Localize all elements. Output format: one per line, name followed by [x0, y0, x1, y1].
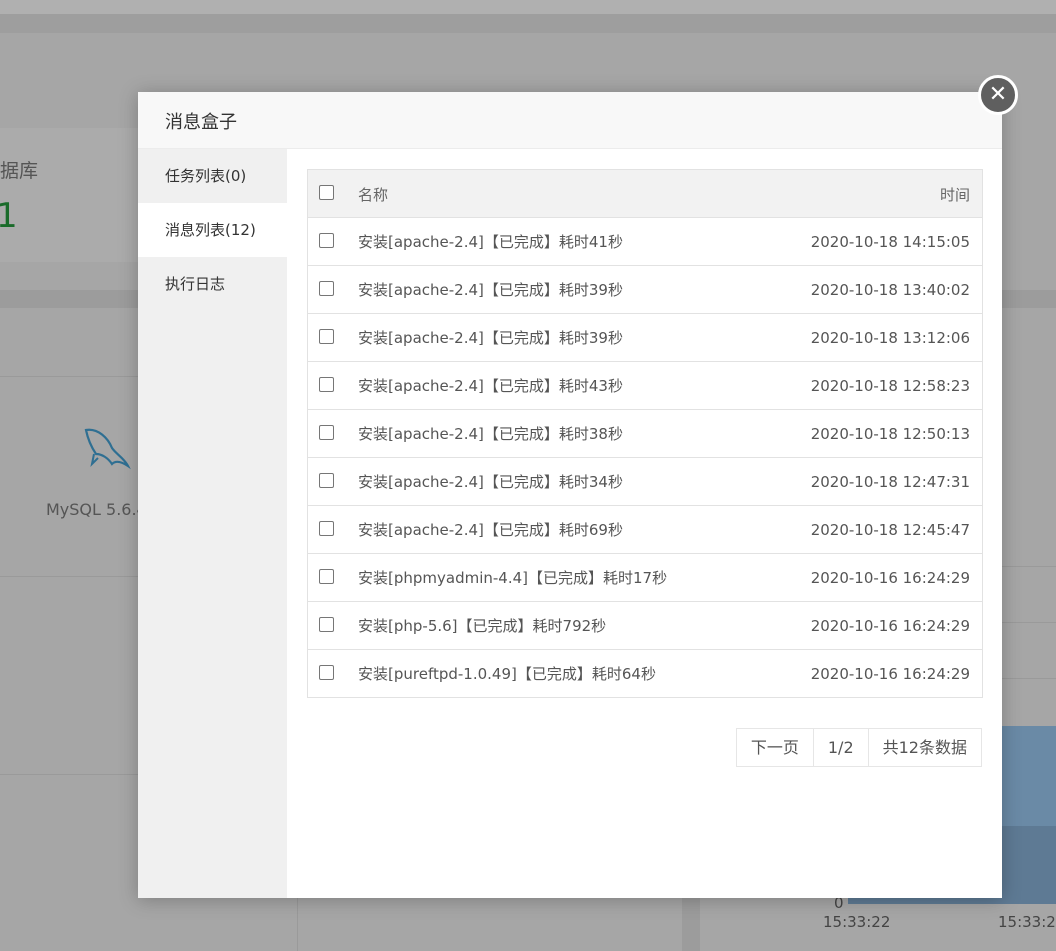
bg-divider	[0, 576, 140, 577]
row-name: 安装[apache-2.4]【已完成】耗时39秒	[358, 329, 623, 347]
table-row: 安装[apache-2.4]【已完成】耗时39秒 2020-10-18 13:40…	[308, 266, 982, 314]
row-time: 2020-10-16 16:24:29	[810, 617, 970, 635]
total-count: 共12条数据	[867, 729, 981, 766]
row-time: 2020-10-16 16:24:29	[810, 569, 970, 587]
row-checkbox[interactable]	[319, 617, 334, 632]
page-indicator: 1/2	[812, 729, 868, 766]
table-row: 安装[apache-2.4]【已完成】耗时43秒 2020-10-18 12:58…	[308, 362, 982, 410]
table-row: 安装[phpmyadmin-4.4]【已完成】耗时17秒 2020-10-16 1…	[308, 554, 982, 602]
close-icon: ✕	[988, 82, 1008, 107]
bg-mysql-label: MySQL 5.6.4	[46, 500, 147, 519]
row-name: 安装[apache-2.4]【已完成】耗时34秒	[358, 473, 623, 491]
message-box-modal: 消息盒子 任务列表(0) 消息列表(12) 执行日志 名称 时间 安装[apac…	[138, 92, 1002, 898]
bg-band	[0, 14, 1056, 33]
row-name: 安装[apache-2.4]【已完成】耗时38秒	[358, 425, 623, 443]
bg-topbar	[0, 0, 1056, 14]
row-checkbox[interactable]	[319, 281, 334, 296]
row-checkbox[interactable]	[319, 377, 334, 392]
row-checkbox[interactable]	[319, 665, 334, 680]
bg-divider	[0, 376, 140, 377]
row-time: 2020-10-18 12:45:47	[810, 521, 970, 539]
row-time: 2020-10-18 12:58:23	[810, 377, 970, 395]
bg-divider	[297, 898, 298, 951]
row-time: 2020-10-16 16:24:29	[810, 665, 970, 683]
row-name: 安装[pureftpd-1.0.49]【已完成】耗时64秒	[358, 665, 656, 683]
sidebar-item-task-list[interactable]: 任务列表(0)	[138, 149, 287, 203]
bg-chart-x-tick: 15:33:25	[998, 913, 1056, 931]
row-time: 2020-10-18 13:12:06	[810, 329, 970, 347]
sidebar-item-execution-log[interactable]: 执行日志	[138, 257, 287, 311]
modal-sidebar: 任务列表(0) 消息列表(12) 执行日志	[138, 149, 287, 898]
row-name: 安装[apache-2.4]【已完成】耗时43秒	[358, 377, 623, 395]
table-row: 安装[pureftpd-1.0.49]【已完成】耗时64秒 2020-10-16 …	[308, 650, 982, 697]
modal-header: 消息盒子	[138, 92, 1002, 149]
row-checkbox[interactable]	[319, 521, 334, 536]
bg-divider	[0, 774, 140, 775]
table-row: 安装[apache-2.4]【已完成】耗时34秒 2020-10-18 12:47…	[308, 458, 982, 506]
bg-grid-line	[1002, 622, 1056, 623]
bg-gap	[682, 898, 700, 951]
row-checkbox[interactable]	[319, 569, 334, 584]
next-page-button[interactable]: 下一页	[736, 729, 813, 766]
table-row: 安装[apache-2.4]【已完成】耗时38秒 2020-10-18 12:50…	[308, 410, 982, 458]
mysql-dolphin-icon	[84, 428, 131, 470]
row-name: 安装[apache-2.4]【已完成】耗时69秒	[358, 521, 623, 539]
bg-chart-x-tick: 15:33:22	[823, 913, 891, 931]
modal-title: 消息盒子	[165, 112, 237, 133]
row-name: 安装[apache-2.4]【已完成】耗时39秒	[358, 281, 623, 299]
bg-database-count: 1	[0, 196, 18, 236]
row-name: 安装[apache-2.4]【已完成】耗时41秒	[358, 233, 623, 251]
row-name: 安装[php-5.6]【已完成】耗时792秒	[358, 617, 607, 635]
table-row: 安装[apache-2.4]【已完成】耗时69秒 2020-10-18 12:45…	[308, 506, 982, 554]
row-time: 2020-10-18 12:47:31	[810, 473, 970, 491]
row-time: 2020-10-18 12:50:13	[810, 425, 970, 443]
row-time: 2020-10-18 13:40:02	[810, 281, 970, 299]
modal-content: 名称 时间 安装[apache-2.4]【已完成】耗时41秒 2020-10-18…	[287, 149, 1002, 898]
column-header-name: 名称	[358, 186, 389, 204]
row-checkbox[interactable]	[319, 425, 334, 440]
row-name: 安装[phpmyadmin-4.4]【已完成】耗时17秒	[358, 569, 668, 587]
sidebar-item-message-list[interactable]: 消息列表(12)	[138, 203, 287, 257]
select-all-checkbox[interactable]	[319, 185, 334, 200]
table-row: 安装[php-5.6]【已完成】耗时792秒 2020-10-16 16:24:2…	[308, 602, 982, 650]
message-table: 名称 时间 安装[apache-2.4]【已完成】耗时41秒 2020-10-18…	[307, 169, 983, 698]
pagination: 下一页 1/2 共12条数据	[735, 728, 982, 767]
table-row: 安装[apache-2.4]【已完成】耗时39秒 2020-10-18 13:12…	[308, 314, 982, 362]
close-button[interactable]: ✕	[978, 75, 1018, 115]
column-header-time: 时间	[939, 186, 970, 204]
bg-grid-line	[1002, 678, 1056, 679]
row-checkbox[interactable]	[319, 233, 334, 248]
row-checkbox[interactable]	[319, 473, 334, 488]
table-header: 名称 时间	[308, 170, 982, 218]
row-time: 2020-10-18 14:15:05	[810, 233, 970, 251]
bg-grid-line	[1002, 566, 1056, 567]
table-row: 安装[apache-2.4]【已完成】耗时41秒 2020-10-18 14:15…	[308, 218, 982, 266]
bg-card-database	[0, 128, 140, 262]
row-checkbox[interactable]	[319, 329, 334, 344]
bg-database-label: 据库	[0, 160, 39, 182]
